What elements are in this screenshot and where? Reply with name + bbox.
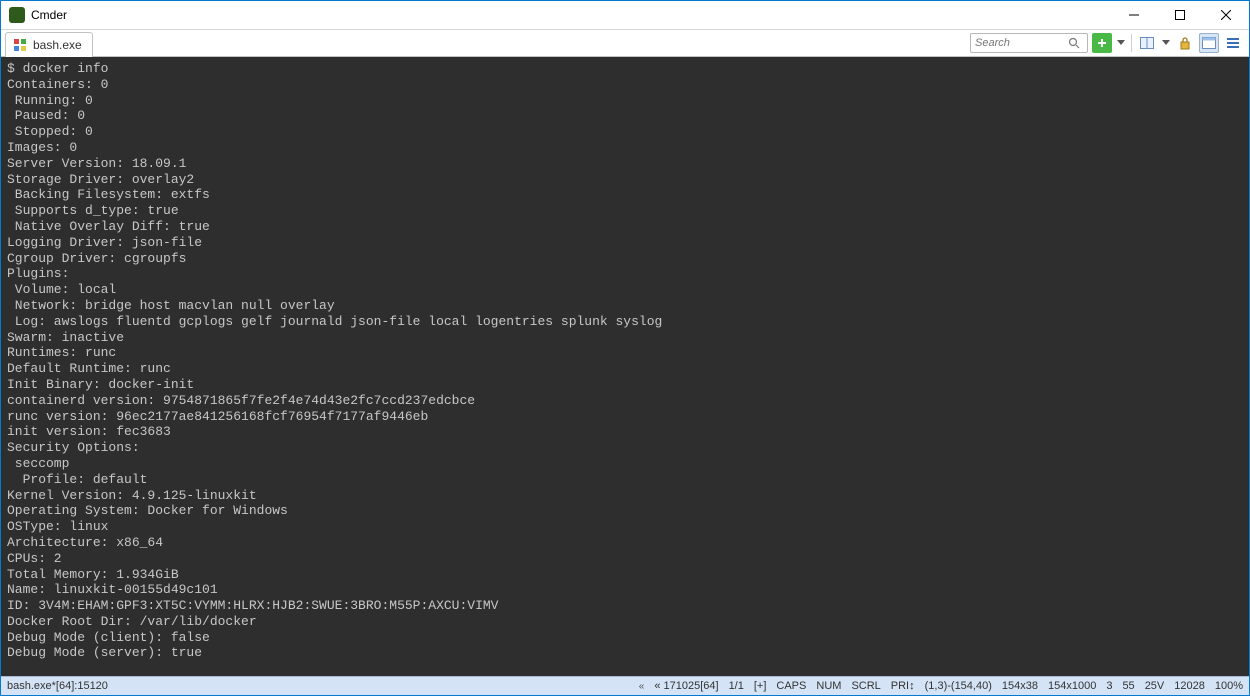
- status-plus: [+]: [754, 680, 767, 692]
- status-buffer-id: « 171025[64]: [654, 680, 718, 692]
- status-pri: PRI↕: [891, 680, 915, 692]
- prompt-line: $ docker info: [7, 61, 108, 76]
- search-input[interactable]: [971, 37, 1065, 49]
- split-dropdown[interactable]: [1161, 33, 1171, 53]
- app-window: Cmder bash.exe: [0, 0, 1250, 696]
- status-cursor: (1,3)-(154,40): [925, 680, 992, 692]
- status-caps: CAPS: [776, 680, 806, 692]
- status-pid: 12028: [1174, 680, 1205, 692]
- close-button[interactable]: [1203, 1, 1249, 29]
- status-pages: 1/1: [729, 680, 744, 692]
- status-scrl: SCRL: [851, 680, 880, 692]
- window-title: Cmder: [31, 8, 67, 22]
- status-process: bash.exe*[64]:15120: [7, 680, 108, 692]
- status-screenbuf: 154x1000: [1048, 680, 1096, 692]
- maximize-button[interactable]: [1157, 1, 1203, 29]
- status-prev-icon[interactable]: «: [639, 681, 645, 692]
- status-zoom: 100%: [1215, 680, 1243, 692]
- tab-bar: bash.exe: [1, 30, 1249, 57]
- title-bar: Cmder: [1, 1, 1249, 30]
- status-viewport: 154x38: [1002, 680, 1038, 692]
- terminal-output[interactable]: $ docker info Containers: 0 Running: 0 P…: [1, 57, 1249, 676]
- search-box[interactable]: [970, 33, 1088, 53]
- status-c2: 55: [1122, 680, 1134, 692]
- lock-icon[interactable]: [1175, 33, 1195, 53]
- panel-view-icon[interactable]: [1199, 33, 1219, 53]
- status-c1: 3: [1106, 680, 1112, 692]
- search-icon[interactable]: [1065, 37, 1083, 49]
- tab-label: bash.exe: [33, 38, 82, 52]
- new-console-button[interactable]: [1092, 33, 1112, 53]
- menu-icon[interactable]: [1223, 33, 1243, 53]
- toolbar: [964, 30, 1249, 56]
- new-console-dropdown[interactable]: [1116, 33, 1126, 53]
- minimize-button[interactable]: [1111, 1, 1157, 29]
- status-bar: bash.exe*[64]:15120 « « 171025[64] 1/1 […: [1, 676, 1249, 695]
- tab-icon: [12, 37, 28, 53]
- status-num: NUM: [816, 680, 841, 692]
- split-icon[interactable]: [1137, 33, 1157, 53]
- status-c3: 25V: [1145, 680, 1165, 692]
- terminal-lines: Containers: 0 Running: 0 Paused: 0 Stopp…: [7, 77, 662, 661]
- tab-bash[interactable]: bash.exe: [5, 32, 93, 57]
- toolbar-separator: [1131, 34, 1132, 52]
- app-icon: [9, 7, 25, 23]
